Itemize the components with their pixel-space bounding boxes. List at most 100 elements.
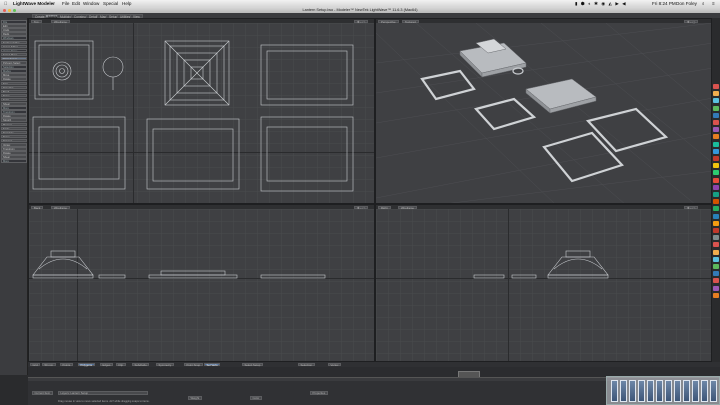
- dock-thumbnail[interactable]: [629, 380, 636, 402]
- toolbar-item-transform[interactable]: Transform: [1, 147, 27, 151]
- tool-icon[interactable]: [713, 256, 719, 262]
- minimize-button[interactable]: [8, 8, 11, 12]
- dock-thumbnail[interactable]: [701, 380, 708, 402]
- toolbar-item-shear[interactable]: Shear: [1, 155, 27, 159]
- dock-thumbnail[interactable]: [683, 380, 690, 402]
- dock-thumbnail[interactable]: [620, 380, 627, 402]
- tool-icon[interactable]: [713, 213, 719, 219]
- toolbar-item-scale[interactable]: Scale: [1, 126, 27, 131]
- dock-window-thumbnails[interactable]: [606, 376, 720, 405]
- toolbar-item-dragnet[interactable]: Dragnet: [1, 138, 27, 143]
- menu-help[interactable]: Help: [122, 0, 131, 7]
- tool-icon[interactable]: [713, 199, 719, 205]
- toolbar-item-stretch[interactable]: Stretch: [1, 118, 27, 122]
- subdivide-button[interactable]: Subdivide: [132, 362, 150, 367]
- tool-icon[interactable]: [713, 120, 719, 125]
- select-setup-button[interactable]: Select Setup: [242, 362, 263, 367]
- toolbar-item-taper[interactable]: Taper: [1, 134, 27, 139]
- tool-icon[interactable]: [713, 156, 719, 161]
- toolbar-item-image-editor[interactable]: Image Editor: [1, 44, 27, 49]
- dock-thumbnail[interactable]: [674, 380, 681, 402]
- toolbar-item-rotate[interactable]: Rotate: [1, 77, 27, 81]
- toolbar-item-move[interactable]: Move: [1, 73, 27, 77]
- dock-thumbnail[interactable]: [710, 380, 717, 402]
- tool-icon[interactable]: [713, 112, 719, 118]
- close-button[interactable]: [3, 8, 6, 12]
- toolbar-item-edit[interactable]: Edit: [1, 24, 27, 28]
- tool-icon[interactable]: [713, 206, 719, 212]
- search-icon[interactable]: ⌕: [702, 0, 705, 7]
- viewport-right[interactable]: Right Wireframe ✥ ⌕ ▢: [375, 204, 712, 362]
- tool-icon[interactable]: [713, 148, 719, 154]
- menu-edit[interactable]: Edit: [72, 0, 80, 7]
- toolbar-item-twist[interactable]: Twist: [1, 97, 27, 102]
- toolbar-item-rotate[interactable]: Rotate: [1, 114, 27, 118]
- user-name[interactable]: Don Foley: [676, 0, 697, 7]
- tool-icon[interactable]: [713, 105, 719, 111]
- dock-thumbnail[interactable]: [665, 380, 672, 402]
- toolbar-item-undo[interactable]: Undo: [1, 28, 27, 32]
- tool-icon[interactable]: [713, 235, 719, 241]
- menu-window[interactable]: Window: [83, 0, 99, 7]
- vertex-button[interactable]: Vertex: [328, 362, 341, 367]
- tool-icon[interactable]: [713, 264, 719, 269]
- tab-view[interactable]: View: [130, 13, 143, 19]
- viewport-perspective[interactable]: Perspective Textured ✥ ⌕ ▢: [375, 18, 712, 204]
- properties-button[interactable]: Properties: [310, 391, 328, 395]
- dock-thumbnail[interactable]: [647, 380, 654, 402]
- toolbar-item-size[interactable]: Size: [1, 81, 27, 86]
- dock-thumbnail[interactable]: [656, 380, 663, 402]
- layer-dropdown[interactable]: Layers: Lantern Setup: [58, 391, 148, 395]
- tool-icon[interactable]: [713, 271, 719, 277]
- app-name-menu[interactable]: LightWave Modeler: [13, 0, 55, 7]
- status-icons[interactable]: ▮ ⬢ ◐ ✱ ◉ ◭ ▶ ◀: [575, 0, 627, 7]
- tool-icon[interactable]: [713, 84, 719, 89]
- toolbar-item-vortex[interactable]: Vortex: [1, 143, 27, 147]
- point-snap-button[interactable]: Point Snap: [184, 362, 203, 367]
- clock[interactable]: Fri 8:24 PM: [652, 0, 676, 7]
- toolbar-item-bend[interactable]: Bend: [1, 89, 27, 94]
- tool-icon[interactable]: [713, 163, 719, 169]
- list-icon[interactable]: ≡: [712, 0, 715, 7]
- symmetry-button[interactable]: Symmetry: [156, 362, 174, 367]
- menu-special[interactable]: Special: [103, 0, 118, 7]
- tool-icon[interactable]: [713, 192, 719, 197]
- toolbar-item-rotate[interactable]: Rotate: [1, 151, 27, 155]
- tool-icon[interactable]: [713, 292, 719, 298]
- toolbar-item-point-select[interactable]: Point Select: [1, 56, 27, 61]
- tool-icon[interactable]: [713, 228, 719, 233]
- tool-icon[interactable]: [713, 278, 719, 284]
- polygons-mode-button[interactable]: Polygons: [78, 362, 95, 367]
- viewport-back[interactable]: Back Wireframe ✥ ⌕ ▢: [28, 204, 375, 362]
- edges-mode-button[interactable]: Edges: [100, 362, 113, 367]
- points-mode-button[interactable]: Points: [60, 362, 73, 367]
- dock-thumbnail[interactable]: [638, 380, 645, 402]
- toolbar-item-taper[interactable]: Taper: [1, 93, 27, 98]
- tool-icon[interactable]: [713, 220, 719, 226]
- toolbar-item-drag-net[interactable]: Drag Net: [1, 85, 27, 90]
- toolbar-item-surface-editor[interactable]: Surface Editor: [1, 40, 27, 45]
- tool-icon[interactable]: [713, 134, 719, 140]
- toolbar-item-polygon-select[interactable]: Polygon Select: [1, 61, 27, 65]
- tool-icon[interactable]: [713, 177, 719, 183]
- apple-icon[interactable]: : [4, 0, 7, 7]
- toolbar-item-shear[interactable]: Shear: [1, 102, 27, 106]
- tool-icon[interactable]: [713, 184, 719, 190]
- zoom-button[interactable]: [13, 8, 16, 12]
- menu-file[interactable]: File: [62, 0, 69, 7]
- tool-icon[interactable]: [713, 170, 719, 176]
- dock-thumbnail[interactable]: [692, 380, 699, 402]
- toolbar-item-redo[interactable]: Redo: [1, 32, 27, 36]
- toolbar-item-magnet[interactable]: Magnet: [1, 122, 27, 127]
- toolbar-item-translate[interactable]: Translate: [1, 130, 27, 135]
- selection-button[interactable]: Selection: [298, 362, 315, 367]
- tool-icon[interactable]: [713, 127, 719, 133]
- tool-icon[interactable]: [713, 98, 719, 104]
- sel-verts-button[interactable]: Sel Verts: [204, 362, 221, 367]
- viewport-top[interactable]: Top Wireframe ✥ ⌕ ▢: [28, 18, 375, 204]
- flip-button[interactable]: Flip: [116, 362, 126, 367]
- tool-icon[interactable]: [713, 285, 719, 291]
- tool-icon[interactable]: [713, 91, 719, 97]
- tool-icon[interactable]: [713, 242, 719, 248]
- tool-icon[interactable]: [713, 249, 719, 255]
